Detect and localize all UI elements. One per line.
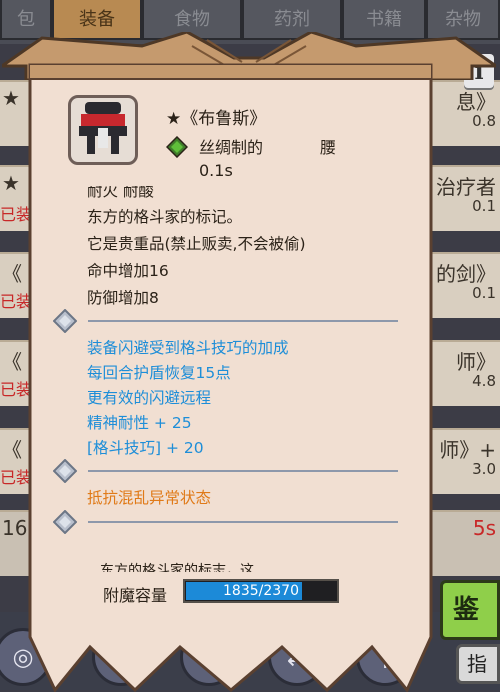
resistance-text: 耐火 耐酸 (87, 186, 154, 198)
item-slot-frame (68, 95, 138, 165)
cutoff-line: 耐火 耐酸 (80, 186, 400, 198)
divider (88, 521, 398, 523)
item-material: 丝绸制的 (199, 138, 264, 157)
diamond-divider-icon (53, 510, 77, 534)
item-title: 《布鲁斯》 (181, 109, 267, 129)
bonus-line: 更有效的闪避远程 (87, 389, 212, 407)
item-name: ★《布鲁斯》 (166, 104, 266, 129)
divider (88, 320, 398, 322)
item-property-line: 它是贵重品(禁止贩卖,不会被偷) (87, 235, 306, 253)
item-slot: 腰 (320, 138, 337, 157)
bonus-line: 每回合护盾恢复15点 (87, 364, 231, 382)
tooltip-content: ★《布鲁斯》 丝绸制的 腰 0.1s 耐火 耐酸 东方的格斗家的标记。 它是贵重… (0, 0, 500, 690)
item-stat-line: 防御增加8 (87, 289, 159, 307)
item-description-line: 东方的格斗家的标记。 (87, 208, 243, 226)
diamond-divider-icon (53, 459, 77, 483)
belt-icon (79, 102, 127, 154)
bonus-line: 精神耐性 + 25 (87, 414, 192, 432)
divider (88, 470, 398, 472)
enchant-capacity-value: 1835/2370 (223, 583, 299, 599)
enchant-capacity-bar: 1835/2370 (183, 579, 339, 603)
gem-icon (166, 136, 188, 158)
item-weight: 0.1s (199, 161, 233, 180)
enchant-capacity-label: 附魔容量 (103, 586, 168, 605)
bonus-line: [格斗技巧] + 20 (87, 439, 204, 457)
diamond-divider-icon (53, 309, 77, 333)
bonus-line: 装备闪避受到格斗技巧的加成 (87, 339, 289, 357)
flavor-text: 东方的格斗家的标志，这 (100, 560, 390, 572)
item-stat-line: 命中增加16 (87, 262, 169, 280)
resistance-line: 抵抗混乱异常状态 (87, 489, 212, 507)
rarity-star: ★ (166, 109, 182, 129)
flavor-line: 东方的格斗家的标志，这 (100, 563, 254, 572)
